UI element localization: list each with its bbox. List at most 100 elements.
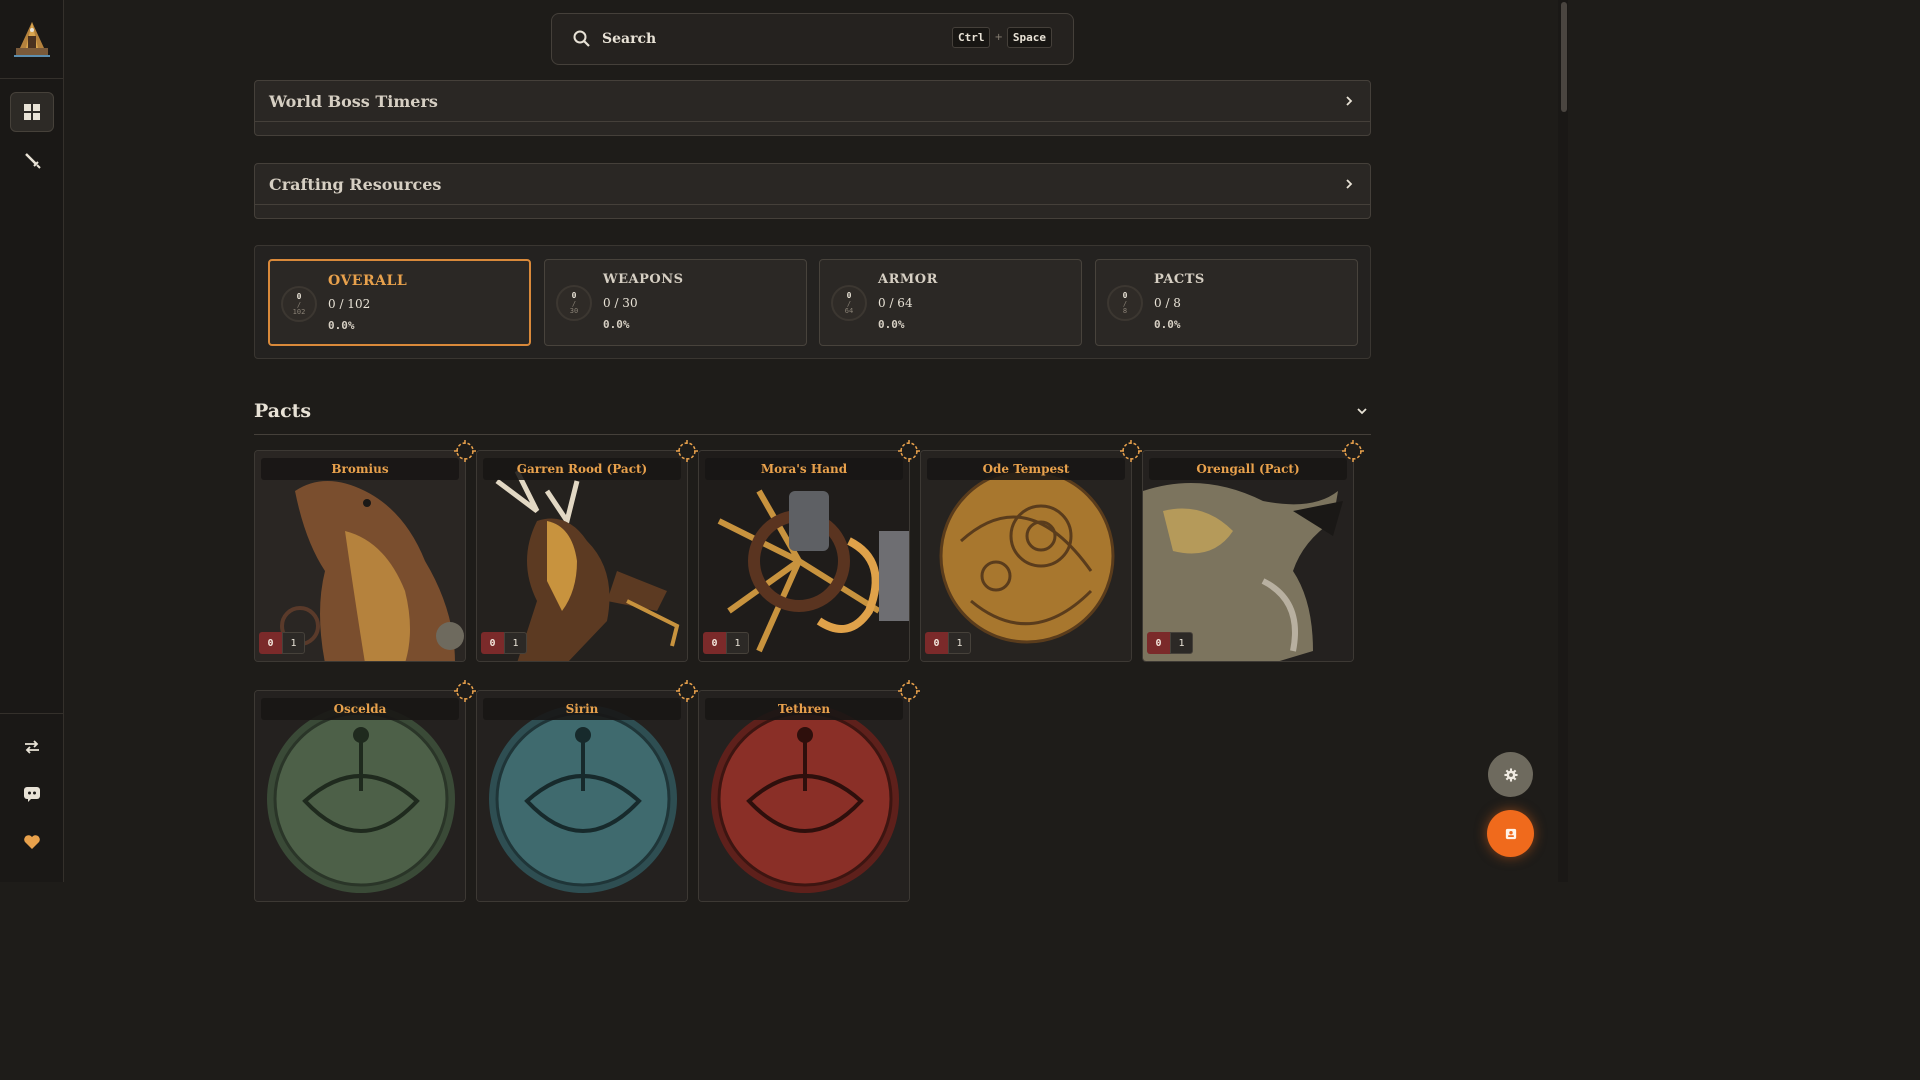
chevron-down-icon[interactable] (1355, 404, 1369, 418)
bear-art-icon (255, 451, 465, 661)
owned-count: 0 (481, 632, 504, 654)
scrollbar-track[interactable] (1558, 0, 1568, 882)
discord-icon (24, 787, 40, 802)
sidebar-divider (0, 78, 64, 79)
stat-label: PACTS (1154, 272, 1205, 287)
pact-card[interactable]: Tethren (698, 690, 910, 902)
heart-icon (24, 835, 40, 849)
stat-percent: 0.0% (878, 318, 905, 331)
support-button[interactable] (10, 822, 54, 862)
search-bar[interactable]: Search Ctrl + Space (551, 13, 1074, 65)
crafting-resources-header[interactable]: Crafting Resources (255, 164, 1370, 205)
gear-icon (1503, 767, 1518, 782)
sidebar (0, 0, 64, 882)
track-target-icon[interactable] (1120, 440, 1142, 462)
progress-ring: 0 / 102 (281, 286, 317, 322)
ring-total: 102 (292, 307, 306, 316)
total-count: 1 (948, 632, 971, 654)
pact-name: Bromius (261, 458, 459, 480)
search-label: Search (602, 31, 657, 47)
stat-label: ARMOR (878, 272, 938, 287)
pact-card[interactable]: Garren Rood (Pact) 0 1 (476, 450, 688, 662)
stag-art-icon (477, 451, 687, 661)
stat-card-overall[interactable]: 0 / 102 OVERALL 0 / 102 0.0% (268, 259, 531, 346)
tempest-orb-art-icon (921, 451, 1131, 661)
track-target-icon[interactable] (454, 680, 476, 702)
profile-button[interactable] (1487, 810, 1534, 857)
progress-ring: 0 / 64 (831, 285, 867, 321)
world-boss-timers-title: World Boss Timers (269, 91, 438, 111)
ring-owned: 0 (571, 290, 577, 300)
owned-count: 0 (259, 632, 282, 654)
red-seal-art-icon (699, 691, 909, 901)
owned-count: 0 (1147, 632, 1170, 654)
crafting-resources-panel: Crafting Resources (254, 163, 1371, 219)
section-title: Pacts (254, 400, 312, 422)
track-target-icon[interactable] (1342, 440, 1364, 462)
pact-name: Sirin (483, 698, 681, 720)
sidebar-item-dashboard[interactable] (10, 92, 54, 132)
track-target-icon[interactable] (898, 440, 920, 462)
pact-name: Orengall (Pact) (1149, 458, 1347, 480)
id-card-icon (1505, 828, 1516, 839)
tower-logo-icon[interactable] (10, 18, 54, 62)
owned-count: 0 (703, 632, 726, 654)
ring-total: 64 (844, 306, 854, 315)
progress-ring: 0 / 8 (1107, 285, 1143, 321)
crafting-resources-title: Crafting Resources (269, 174, 442, 194)
ring-total: 30 (569, 306, 579, 315)
pact-count: 0 1 (1147, 632, 1193, 654)
stat-label: WEAPONS (603, 272, 684, 287)
stat-percent: 0.0% (1154, 318, 1181, 331)
owned-count: 0 (925, 632, 948, 654)
total-count: 1 (504, 632, 527, 654)
pact-card[interactable]: Orengall (Pact) 0 1 (1142, 450, 1354, 662)
pact-card[interactable]: Ode Tempest 0 1 (920, 450, 1132, 662)
shortcut-plus: + (994, 32, 1003, 43)
ring-total: 8 (1122, 306, 1128, 315)
stat-card-armor[interactable]: 0 / 64 ARMOR 0 / 64 0.0% (819, 259, 1082, 346)
pact-card[interactable]: Bromius 0 1 (254, 450, 466, 662)
stat-count: 0 / 102 (328, 297, 371, 311)
pact-name: Mora's Hand (705, 458, 903, 480)
stat-label: OVERALL (328, 273, 408, 289)
pact-name: Tethren (705, 698, 903, 720)
stat-count: 0 / 64 (878, 296, 913, 310)
ring-owned: 0 (296, 291, 302, 301)
world-boss-timers-header[interactable]: World Boss Timers (255, 81, 1370, 122)
swap-icon (25, 740, 39, 754)
track-target-icon[interactable] (898, 680, 920, 702)
pact-count: 0 1 (925, 632, 971, 654)
green-seal-art-icon (255, 691, 465, 901)
stat-card-pacts[interactable]: 0 / 8 PACTS 0 / 8 0.0% (1095, 259, 1358, 346)
swap-button[interactable] (10, 727, 54, 767)
pact-count: 0 1 (703, 632, 749, 654)
scrollbar-thumb[interactable] (1561, 2, 1567, 112)
search-shortcut: Ctrl + Space (951, 27, 1052, 48)
stat-percent: 0.0% (603, 318, 630, 331)
discord-button[interactable] (10, 774, 54, 814)
pact-name: Garren Rood (Pact) (483, 458, 681, 480)
search-icon (573, 30, 590, 47)
progress-ring: 0 / 30 (556, 285, 592, 321)
stat-card-weapons[interactable]: 0 / 30 WEAPONS 0 / 30 0.0% (544, 259, 807, 346)
wolf-art-icon (1143, 451, 1353, 661)
track-target-icon[interactable] (676, 680, 698, 702)
pact-card[interactable]: Sirin (476, 690, 688, 902)
settings-button[interactable] (1488, 752, 1533, 797)
sidebar-item-weapons[interactable] (10, 140, 54, 180)
track-target-icon[interactable] (676, 440, 698, 462)
world-boss-timers-panel: World Boss Timers (254, 80, 1371, 136)
shortcut-key-space: Space (1006, 27, 1052, 48)
track-target-icon[interactable] (454, 440, 476, 462)
pact-count: 0 1 (259, 632, 305, 654)
ring-owned: 0 (1122, 290, 1128, 300)
section-divider (254, 434, 1371, 435)
pact-card[interactable]: Mora's Hand 0 1 (698, 450, 910, 662)
ring-owned: 0 (846, 290, 852, 300)
pact-count: 0 1 (481, 632, 527, 654)
pact-name: Oscelda (261, 698, 459, 720)
pact-card[interactable]: Oscelda (254, 690, 466, 902)
stat-percent: 0.0% (328, 319, 355, 332)
total-count: 1 (1170, 632, 1193, 654)
